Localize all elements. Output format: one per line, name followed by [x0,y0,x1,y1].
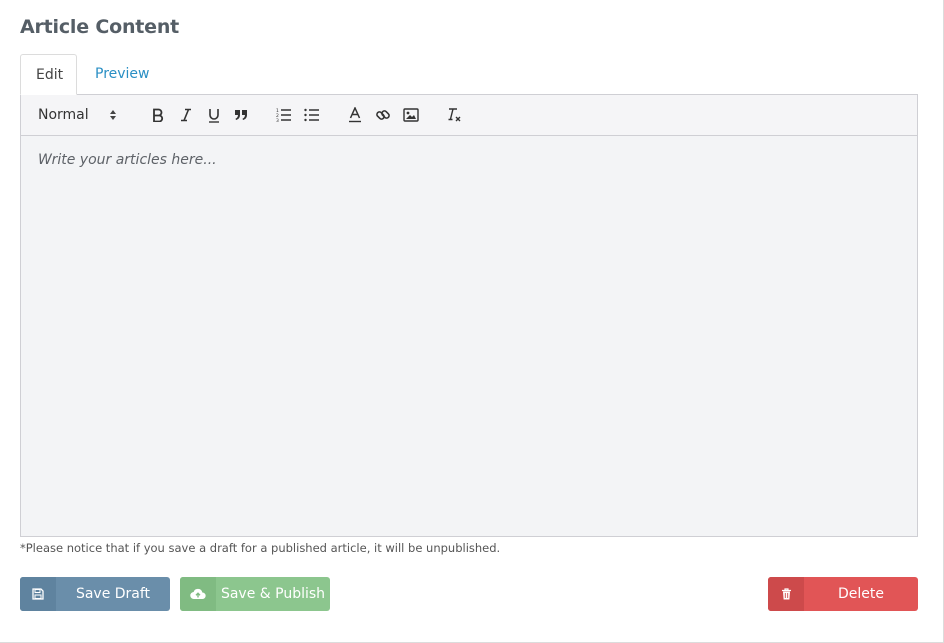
save-publish-label: Save & Publish [220,586,326,602]
text-color-icon[interactable] [344,95,366,135]
clear-formatting-icon[interactable] [442,95,466,135]
svg-text:3: 3 [276,118,279,122]
article-editor[interactable]: Write your articles here... [20,135,918,537]
bullet-list-icon[interactable] [301,95,323,135]
save-icon [20,577,56,611]
select-arrows-icon [110,110,116,120]
save-draft-label: Save Draft [75,586,151,602]
editor-placeholder: Write your articles here... [38,152,217,168]
cloud-upload-icon [180,577,216,611]
image-icon[interactable] [400,95,422,135]
editor-tabs: Edit Preview [20,54,918,95]
italic-icon[interactable] [175,95,197,135]
format-select[interactable]: Normal [31,95,123,135]
save-draft-button[interactable]: Save Draft [20,577,170,611]
link-icon[interactable] [372,95,394,135]
unpublish-notice: *Please notice that if you save a draft … [20,541,501,555]
bold-icon[interactable] [147,95,169,135]
delete-button[interactable]: Delete [768,577,918,611]
tab-preview[interactable]: Preview [79,54,166,95]
tab-edit[interactable]: Edit [20,54,77,95]
section-title: Article Content [20,16,180,38]
ordered-list-icon[interactable]: 123 [273,95,295,135]
format-select-value: Normal [38,107,89,123]
blockquote-icon[interactable] [229,95,253,135]
delete-label: Delete [838,586,884,602]
editor-toolbar: Normal 123 [20,94,918,136]
underline-icon[interactable] [203,95,225,135]
save-publish-button[interactable]: Save & Publish [180,577,330,611]
trash-icon [768,577,804,611]
